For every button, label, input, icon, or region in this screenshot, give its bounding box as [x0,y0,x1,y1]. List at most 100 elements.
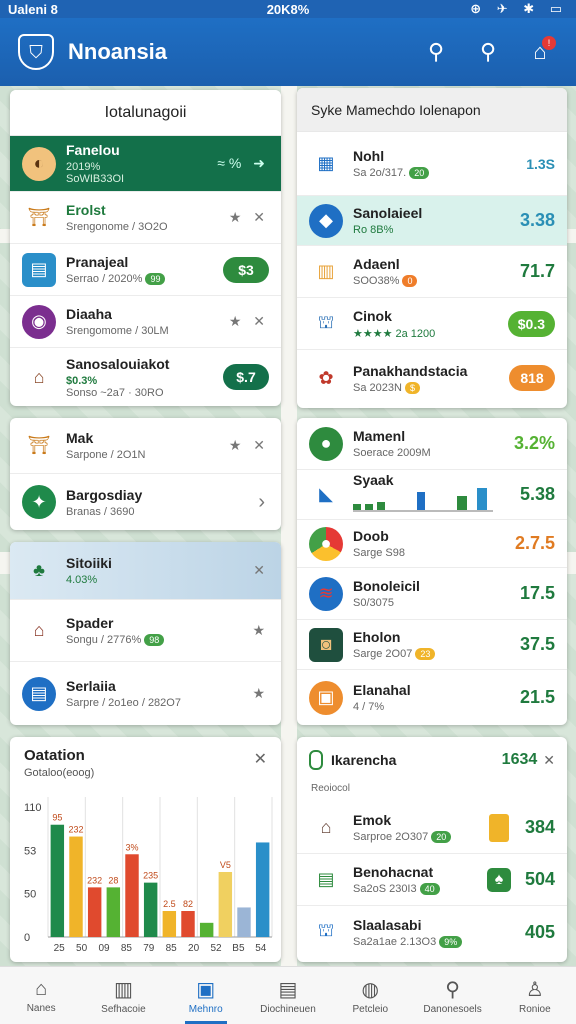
list-item[interactable]: ◐ Fanelou 2019% SoWIB33OI ≈% ➜ [10,136,281,192]
bar-chart: 110 53 50 0 95 232 232 28 3% 235 2.5 82 V5 25 50 09 85 79… [24,797,273,954]
list-item[interactable]: ▤ Pranajeal Serrao / 2020% 99 $3 [10,244,281,296]
item-subtitle: Srengonome / 3O2O [66,221,168,233]
row-actions[interactable]: ★ ✕ [229,437,269,454]
card-title: Syke Mamechdo Iolenapon [297,88,567,132]
item-value: 37.5 [519,634,555,654]
item-subtitle: Srengomome / 30LM [66,325,169,337]
list-item[interactable]: ▤ Benohacnat Sa2oS 230I3 40 ♠ 504 [297,854,567,906]
bar-data-label: 28 [108,875,118,885]
nav-item-2[interactable]: ▣ Mehnro [165,967,247,1024]
bar-data-label: 2.5 [163,899,176,909]
list-item[interactable]: ◙ Eholon Sarge 2O07 23 37.5 [297,620,567,670]
bar-data-label: 95 [52,813,62,823]
globe-icon: ◍ [361,978,379,1001]
list-item[interactable]: ▤ Serlaiia Sarpre / 2o1eo / 282O7 ★ [10,662,281,725]
row-actions[interactable]: ★ ✕ [229,313,269,330]
chevron-right-icon[interactable]: › [258,491,269,514]
list-item[interactable]: ♣ Sitoiiki 4.03% ✕ [10,542,281,600]
nav-item-6[interactable]: ♙ Ronioe [494,967,576,1024]
item-title: Sanolaieel [353,205,423,221]
bottom-nav: ⌂ Nanes ▥ Sefhacoie ▣ Mehnro ▤ Diochineuen ◍ Petc… [0,966,576,1024]
row-actions[interactable]: ★ ✕ [229,209,269,226]
item-chip: 20 [431,831,452,843]
bar-data-label: 232 [68,825,83,835]
card-title: Ikarencha [331,752,397,768]
bar-data-label: V5 [220,860,231,870]
item-subtitle: ★★★★ 2a 1200 [353,327,436,340]
item-title: Slaalasabi [353,916,422,933]
close-icon[interactable]: ✕ [253,562,269,579]
item-chip: 23 [415,648,436,660]
wave-icon: ≋ [309,576,343,611]
x-tick-label: 79 [143,943,155,954]
x-tick-label: 85 [121,943,133,954]
price-pill[interactable]: $0.3 [507,310,555,337]
nav-item-1[interactable]: ▥ Sefhacoie [82,967,164,1024]
list-item[interactable]: ◣ Syaak 5.38 [297,470,567,520]
list-item[interactable]: ◉ Diaaha Srengomome / 30LM ★ ✕ [10,296,281,348]
list-item[interactable]: ● Doob Sarge S98 2.7.5 [297,520,567,568]
helmet-icon: ◐ [22,146,56,181]
item-value: 3.2% [513,433,555,453]
chart-bar [106,887,121,937]
temple-icon: ⛩ [27,207,51,227]
books-icon: ▤ [317,869,335,889]
list-item[interactable]: ⛫ Slaalasabi Sa2a1ae 2.13O3 9% 405 [297,906,567,958]
notification-icon[interactable]: ⌂! [522,34,558,70]
close-icon[interactable]: ✕ [543,752,555,769]
nav-item-0[interactable]: ⌂ Nanes [0,967,82,1024]
item-value: 71.7 [519,261,555,281]
coin-icon: ◙ [309,627,343,662]
list-item[interactable]: ≋ Bonoleicil S0/3075 17.5 [297,568,567,620]
flower-icon: ✿ [318,367,334,388]
list-item[interactable]: ⛩ Mak Sarpone / 2O1N ★ ✕ [10,418,281,474]
price-pill[interactable]: 818 [509,365,555,391]
list-item[interactable]: ▣ Elanahal 4 / 7% 21.5 [297,670,567,725]
carrier-label: Ualeni 8 [8,1,58,17]
price-pill[interactable]: $.7 [223,364,269,390]
chart-bar [143,882,158,937]
item-value: 21.5 [519,687,555,707]
diamond-icon: ◆ [309,203,343,238]
item-subtitle: Serrao / 2020% [66,273,143,285]
item-title: Erolst [66,202,106,218]
star-icon[interactable]: ★ [252,622,269,639]
nav-item-3[interactable]: ▤ Diochineuen [247,967,329,1024]
item-title: Syaak [353,472,394,488]
app-title: Nnoansia [68,39,168,64]
item-chip: 20 [409,167,430,179]
y-tick-label: 53 [24,845,36,857]
search-icon[interactable]: ⚲ [418,34,454,70]
list-item[interactable]: ⛫ Cinok ★★★★ 2a 1200 $0.3 [297,298,567,350]
item-title: Sitoiiki [66,555,112,571]
list-item[interactable]: ⛩ Erolst Srengonome / 3O2O ★ ✕ [10,192,281,244]
item-subtitle: Sarpre / 2o1eo / 282O7 [66,697,181,709]
list-item[interactable]: ▦ Nohl Sa 2o/317. 20 1.3S [297,132,567,196]
list-item[interactable]: ⌂ Spader Songu / 2776% 98 ★ [10,600,281,662]
item-subtitle: Sa2a1ae 2.13O3 [353,935,437,948]
list-item[interactable]: ● Mamenl Soerace 2009M 3.2% [297,418,567,470]
list-item[interactable]: ◆ Sanolaieel Ro 8B% 3.38 [297,196,567,246]
list-item[interactable]: ⌂ Emok Sarproe 2O307 20 384 [297,802,567,854]
chart-bar [218,872,233,937]
mini-bar-chart [353,488,493,512]
star-icon[interactable]: ★ [252,685,269,702]
list-item[interactable]: ✦ Bargosdiay Branas / 3690 › [10,474,281,530]
nav-label: Petcleio [352,1003,389,1015]
temple-icon: ⛫ [317,920,335,940]
list-item[interactable]: ▥ Adaenl SOO38% 0 71.7 [297,246,567,298]
nav-item-5[interactable]: ⚲ Danonesoels [411,967,493,1024]
bar-data-label: 3% [125,842,138,852]
item-title: Pranajeal [66,254,129,270]
list-item[interactable]: ✿ Panakhandstacia Sa 2023N $ 818 [297,350,567,406]
notification-badge: ! [542,36,556,50]
row-actions[interactable]: ≈% ➜ [217,155,269,172]
item-subtitle: $0.3% [66,374,98,387]
card-system: Syke Mamechdo Iolenapon ▦ Nohl Sa 2o/317… [297,88,567,408]
price-pill[interactable]: $3 [223,256,269,283]
list-item[interactable]: ⌂ Sanosalouiakot $0.3% Sonso ~2a7 · 30RO… [10,348,281,406]
search-alt-icon[interactable]: ⚲ [470,34,506,70]
item-title: Fanelou [66,142,120,158]
nav-item-4[interactable]: ◍ Petcleio [329,967,411,1024]
shoe-icon: ◣ [319,484,333,504]
